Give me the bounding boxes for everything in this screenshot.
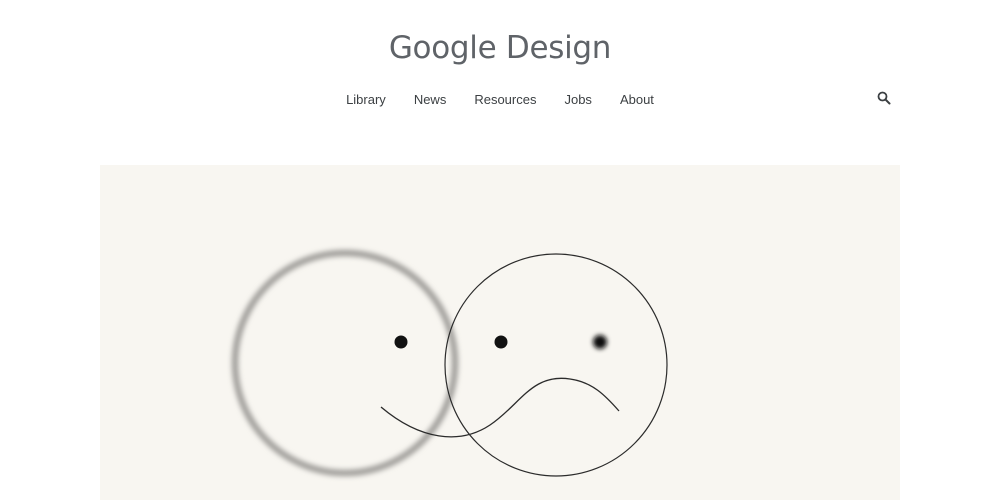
middle-eye-dot [494,335,508,349]
blurred-eye-dot [593,335,607,349]
nav-item-library[interactable]: Library [346,92,386,107]
mouth-curve [380,377,620,438]
page: Google Design Library News Resources Job… [0,0,1000,500]
nav-item-news[interactable]: News [414,92,447,107]
nav-item-about[interactable]: About [620,92,654,107]
main-nav: Library News Resources Jobs About [0,92,1000,107]
search-icon [877,91,891,105]
search-button[interactable] [876,90,892,106]
left-eye-dot [394,335,408,349]
blurred-face-outline [232,250,458,476]
site-logo[interactable]: Google Design [0,30,1000,66]
logo-brand: Google [388,30,497,66]
nav-item-jobs[interactable]: Jobs [564,92,591,107]
nav-item-resources[interactable]: Resources [474,92,536,107]
hero-banner[interactable] [100,165,900,500]
faces-illustration [232,250,668,477]
sharp-face-outline [444,253,668,477]
logo-product: Design [505,30,612,66]
